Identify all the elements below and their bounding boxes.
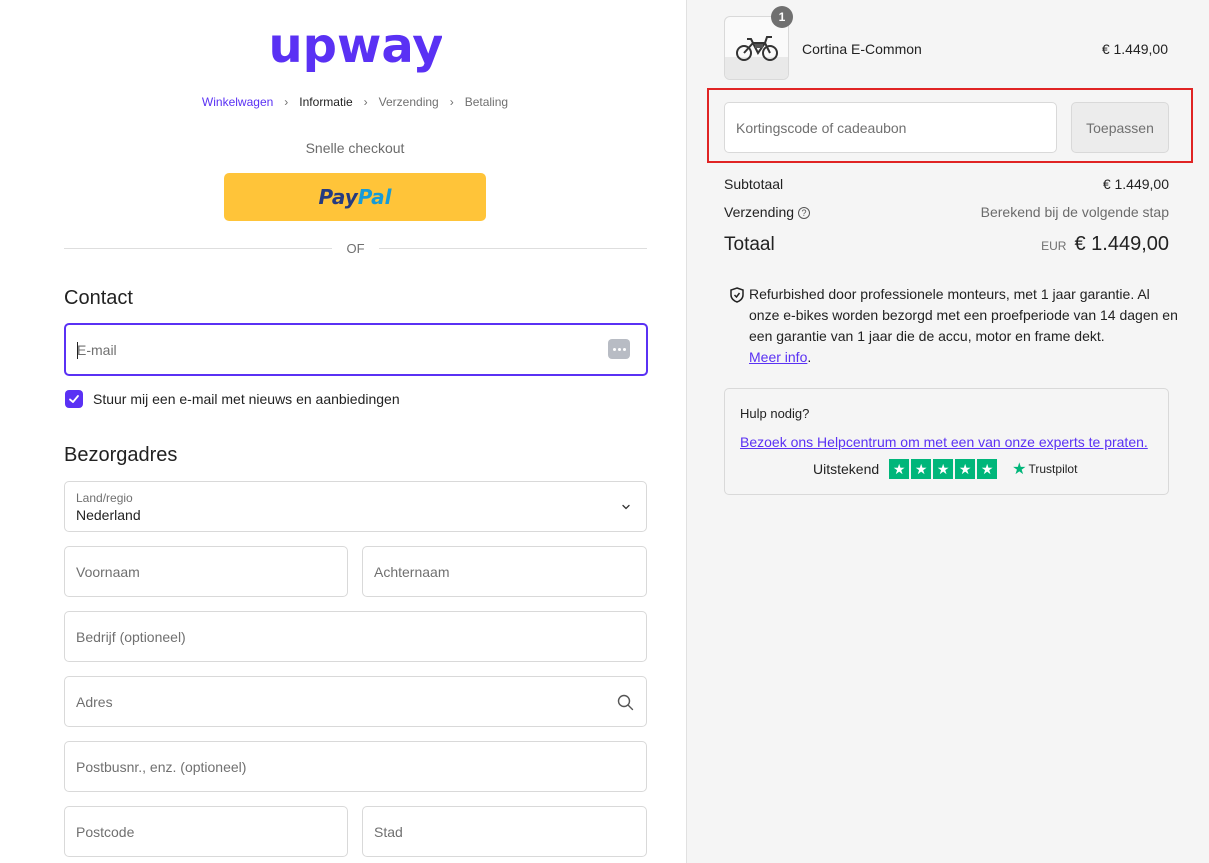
address-line2-placeholder: Postbusnr., enz. (optioneel) bbox=[76, 758, 247, 775]
total-row: Totaal EUR € 1.449,00 bbox=[724, 233, 1169, 256]
paypal-button[interactable]: Pay Pal bbox=[224, 173, 486, 221]
chevron-down-icon bbox=[622, 504, 630, 510]
star-rating: ★ ★ ★ ★ ★ bbox=[889, 459, 998, 479]
email-placeholder: E-mail bbox=[77, 341, 117, 358]
rating-label: Uitstekend bbox=[813, 461, 880, 477]
newsletter-label: Stuur mij een e-mail met nieuws en aanbi… bbox=[93, 391, 400, 407]
svg-text:upway: upway bbox=[270, 22, 442, 74]
last-name-placeholder: Achternaam bbox=[374, 563, 450, 580]
postcode-placeholder: Postcode bbox=[76, 823, 135, 840]
contact-heading: Contact bbox=[64, 287, 133, 309]
shipping-value: Berekend bij de volgende stap bbox=[980, 204, 1169, 220]
first-name-placeholder: Voornaam bbox=[76, 563, 140, 580]
subtotal-value: € 1.449,00 bbox=[1102, 176, 1169, 192]
total-currency: EUR bbox=[1041, 239, 1067, 253]
total-label: Totaal bbox=[724, 234, 775, 255]
last-name-field[interactable]: Achternaam bbox=[362, 546, 647, 597]
company-placeholder: Bedrijf (optioneel) bbox=[76, 628, 186, 645]
trustpilot-logo: ★ Trustpilot bbox=[1012, 459, 1077, 479]
checkout-form-column: upway Winkelwagen › Informatie › Verzend… bbox=[0, 0, 686, 863]
country-select[interactable]: Land/regio Nederland bbox=[64, 481, 647, 532]
postcode-field[interactable]: Postcode bbox=[64, 806, 348, 857]
email-field[interactable]: E-mail bbox=[64, 323, 648, 376]
newsletter-checkbox[interactable] bbox=[65, 390, 83, 408]
breadcrumb-shipping: Verzending bbox=[378, 95, 439, 109]
help-icon[interactable]: ? bbox=[798, 207, 811, 220]
chevron-right-icon: › bbox=[449, 95, 454, 109]
country-label: Land/regio bbox=[76, 491, 133, 505]
more-info-link[interactable]: Meer info bbox=[749, 349, 807, 365]
product-name: Cortina E-Common bbox=[802, 41, 922, 57]
password-manager-icon[interactable] bbox=[608, 339, 630, 359]
order-summary: 1 Cortina E-Common € 1.449,00 Kortingsco… bbox=[686, 0, 1209, 863]
address-line2-field[interactable]: Postbusnr., enz. (optioneel) bbox=[64, 741, 647, 792]
chevron-right-icon: › bbox=[363, 95, 368, 109]
divider bbox=[378, 247, 647, 249]
breadcrumb-cart[interactable]: Winkelwagen bbox=[202, 95, 273, 109]
shipping-row: Verzending? Berekend bij de volgende sta… bbox=[724, 204, 1169, 220]
star-icon: ★ bbox=[977, 459, 998, 479]
helpcenter-link[interactable]: Bezoek ons Helpcentrum om met een van on… bbox=[740, 434, 1148, 450]
guarantee-period: . bbox=[807, 349, 812, 365]
trustpilot-widget[interactable]: Uitstekend ★ ★ ★ ★ ★ ★ Trustpilot bbox=[813, 459, 1077, 479]
express-checkout-title: Snelle checkout bbox=[305, 140, 405, 156]
breadcrumb-information: Informatie bbox=[299, 95, 353, 109]
address-field[interactable]: Adres bbox=[64, 676, 647, 727]
guarantee-text: Refurbished door professionele monteurs,… bbox=[749, 286, 1178, 344]
trustpilot-star-icon: ★ bbox=[1012, 461, 1027, 478]
company-field[interactable]: Bedrijf (optioneel) bbox=[64, 611, 647, 662]
shipping-label: Verzending bbox=[724, 204, 795, 220]
quantity-badge: 1 bbox=[771, 6, 793, 28]
address-placeholder: Adres bbox=[76, 693, 113, 710]
divider bbox=[64, 247, 333, 249]
search-icon bbox=[617, 694, 634, 711]
city-placeholder: Stad bbox=[374, 823, 403, 840]
upway-logo[interactable]: upway bbox=[270, 22, 442, 78]
trustpilot-label: Trustpilot bbox=[1028, 462, 1078, 476]
paypal-logo-part2: Pal bbox=[357, 185, 392, 209]
breadcrumb-payment: Betaling bbox=[464, 95, 509, 109]
subtotal-label: Subtotaal bbox=[724, 176, 784, 192]
star-icon: ★ bbox=[933, 459, 954, 479]
star-icon: ★ bbox=[889, 459, 910, 479]
help-title: Hulp nodig? bbox=[740, 406, 810, 421]
chevron-right-icon: › bbox=[284, 95, 289, 109]
breadcrumb: Winkelwagen › Informatie › Verzending › … bbox=[0, 95, 710, 109]
guarantee-notice: Refurbished door professionele monteurs,… bbox=[730, 284, 1180, 368]
or-label: OF bbox=[346, 240, 365, 256]
subtotal-row: Subtotaal € 1.449,00 bbox=[724, 176, 1169, 192]
product-price: € 1.449,00 bbox=[1101, 41, 1168, 57]
shipping-address-heading: Bezorgadres bbox=[64, 444, 178, 466]
help-box: Hulp nodig? Bezoek ons Helpcentrum om me… bbox=[724, 388, 1169, 495]
city-field[interactable]: Stad bbox=[362, 806, 647, 857]
star-icon: ★ bbox=[911, 459, 932, 479]
discount-placeholder: Kortingscode of cadeaubon bbox=[736, 119, 907, 136]
star-icon: ★ bbox=[955, 459, 976, 479]
newsletter-option[interactable]: Stuur mij een e-mail met nieuws en aanbi… bbox=[65, 390, 400, 408]
checkmark-icon bbox=[69, 395, 79, 403]
paypal-logo-part1: Pay bbox=[318, 185, 358, 209]
guarantee-text-block: Refurbished door professionele monteurs,… bbox=[749, 284, 1180, 368]
shield-check-icon bbox=[730, 287, 744, 303]
country-value: Nederland bbox=[76, 507, 141, 523]
first-name-field[interactable]: Voornaam bbox=[64, 546, 348, 597]
total-value: € 1.449,00 bbox=[1074, 233, 1169, 255]
apply-discount-button[interactable]: Toepassen bbox=[1071, 102, 1169, 153]
or-separator: OF bbox=[64, 240, 647, 256]
discount-code-input[interactable]: Kortingscode of cadeaubon bbox=[724, 102, 1057, 153]
